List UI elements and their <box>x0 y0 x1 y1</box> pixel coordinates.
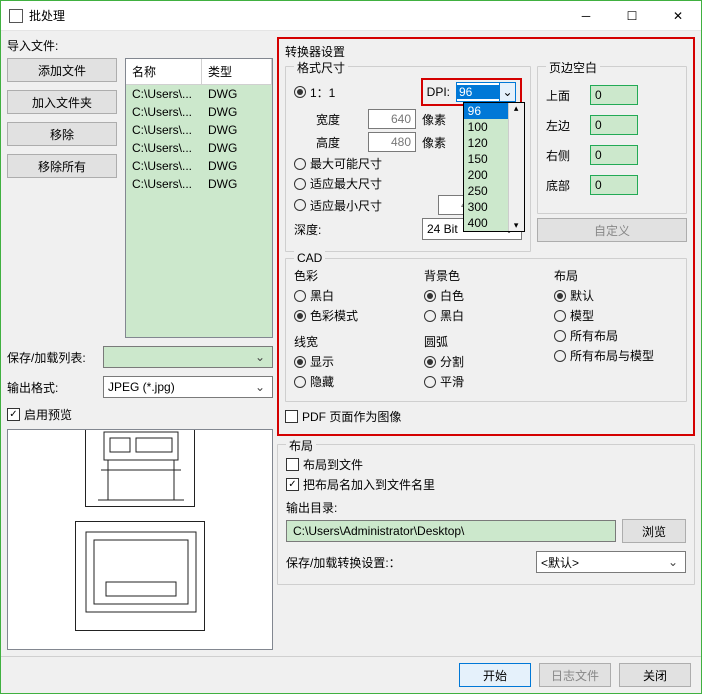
layout-model-radio[interactable]: 模型 <box>554 307 594 324</box>
arc-smooth-radio[interactable]: 平滑 <box>424 373 464 390</box>
chevron-down-icon: ⌄ <box>499 83 515 101</box>
file-table[interactable]: 名称 类型 C:\Users\...DWGC:\Users\...DWGC:\U… <box>125 58 273 338</box>
margin-right-input[interactable]: 0 <box>590 145 638 165</box>
maximize-button[interactable]: ☐ <box>609 1 655 30</box>
table-row[interactable]: C:\Users\...DWG <box>126 103 272 121</box>
preview-drawing-1 <box>85 429 195 507</box>
width-input[interactable]: 640 <box>368 109 416 129</box>
output-format-combo[interactable]: JPEG (*.jpg)⌄ <box>103 376 273 398</box>
arc-split-radio[interactable]: 分割 <box>424 353 464 370</box>
dpi-combo[interactable]: 96 ⌄ <box>456 82 516 102</box>
table-row[interactable]: C:\Users\...DWG <box>126 121 272 139</box>
chevron-down-icon: ⌄ <box>252 380 268 394</box>
main-window: 批处理 ─ ☐ ✕ 导入文件: 添加文件 加入文件夹 移除 移除所有 名称 类型 <box>0 0 702 694</box>
app-icon <box>9 9 23 23</box>
table-row[interactable]: C:\Users\...DWG <box>126 85 272 103</box>
output-format-label: 输出格式: <box>7 379 97 396</box>
table-row[interactable]: C:\Users\...DWG <box>126 139 272 157</box>
chevron-down-icon: ⌄ <box>252 350 268 364</box>
margin-bottom-input[interactable]: 0 <box>590 175 638 195</box>
save-list-label: 保存/加载列表: <box>7 349 97 366</box>
converter-settings-frame: 转换器设置 格式尺寸 1：1 DPI: 96 ⌄ <box>277 37 695 436</box>
margin-top-input[interactable]: 0 <box>590 85 638 105</box>
remove-button[interactable]: 移除 <box>7 122 117 146</box>
bg-black-radio[interactable]: 黑白 <box>424 307 464 324</box>
layout-default-radio[interactable]: 默认 <box>554 287 594 304</box>
max-possible-radio[interactable]: 最大可能尺寸 <box>294 155 382 172</box>
fit-min-radio[interactable]: 适应最小尺寸 <box>294 197 382 214</box>
converter-title: 转换器设置 <box>285 43 687 60</box>
layout-all-radio[interactable]: 所有布局 <box>554 327 618 344</box>
col-type[interactable]: 类型 <box>202 59 272 84</box>
layout-all-model-radio[interactable]: 所有布局与模型 <box>554 347 654 364</box>
margin-left-input[interactable]: 0 <box>590 115 638 135</box>
pdf-as-image-checkbox[interactable]: PDF 页面作为图像 <box>285 408 401 425</box>
preview-drawing-2 <box>75 521 205 631</box>
lw-hide-radio[interactable]: 隐藏 <box>294 373 334 390</box>
close-dialog-button[interactable]: 关闭 <box>619 663 691 687</box>
close-button[interactable]: ✕ <box>655 1 701 30</box>
remove-all-button[interactable]: 移除所有 <box>7 154 117 178</box>
fit-max-radio[interactable]: 适应最大尺寸 <box>294 175 382 192</box>
layout-to-file-checkbox[interactable]: 布局到文件 <box>286 456 363 473</box>
table-row[interactable]: C:\Users\...DWG <box>126 157 272 175</box>
dpi-dropdown[interactable]: 96100120150200250300400 <box>463 102 525 232</box>
margins-fieldset: 页边空白 上面0 左边0 右侧0 底部0 <box>537 66 687 214</box>
window-title: 批处理 <box>29 7 563 24</box>
add-file-button[interactable]: 添加文件 <box>7 58 117 82</box>
add-folder-button[interactable]: 加入文件夹 <box>7 90 117 114</box>
ratio-1-1-radio[interactable]: 1：1 <box>294 84 335 101</box>
import-label: 导入文件: <box>7 37 273 54</box>
save-load-settings-combo[interactable]: <默认>⌄ <box>536 551 686 573</box>
add-layout-name-checkbox[interactable]: ✓把布局名加入到文件名里 <box>286 476 435 493</box>
start-button[interactable]: 开始 <box>459 663 531 687</box>
minimize-button[interactable]: ─ <box>563 1 609 30</box>
output-dir-input[interactable]: C:\Users\Administrator\Desktop\ <box>286 520 616 542</box>
save-list-combo[interactable]: ⌄ <box>103 346 273 368</box>
browse-button[interactable]: 浏览 <box>622 519 686 543</box>
dpi-highlight: DPI: 96 ⌄ 96100120150200250300400 <box>421 78 522 106</box>
bg-white-radio[interactable]: 白色 <box>424 287 464 304</box>
titlebar: 批处理 ─ ☐ ✕ <box>1 1 701 31</box>
table-row[interactable]: C:\Users\...DWG <box>126 175 272 193</box>
custom-button: 自定义 <box>537 218 687 242</box>
format-size-fieldset: 格式尺寸 1：1 DPI: 96 ⌄ 96 <box>285 66 531 252</box>
lw-show-radio[interactable]: 显示 <box>294 353 334 370</box>
col-name[interactable]: 名称 <box>126 59 202 84</box>
color-mode-radio[interactable]: 色彩模式 <box>294 307 358 324</box>
enable-preview-checkbox[interactable]: ✓启用预览 <box>7 406 72 423</box>
layout-fieldset: 布局 布局到文件 ✓把布局名加入到文件名里 输出目录: C:\Users\Adm… <box>277 444 695 585</box>
bottom-bar: 开始 日志文件 关闭 <box>1 656 701 693</box>
chevron-down-icon: ⌄ <box>665 555 681 569</box>
cad-fieldset: CAD 色彩 黑白 色彩模式 线宽 显示 隐藏 背景色 <box>285 258 687 402</box>
log-button: 日志文件 <box>539 663 611 687</box>
scrollbar[interactable] <box>508 103 524 231</box>
preview-pane <box>7 429 273 650</box>
height-input[interactable]: 480 <box>368 132 416 152</box>
color-bw-radio[interactable]: 黑白 <box>294 287 334 304</box>
